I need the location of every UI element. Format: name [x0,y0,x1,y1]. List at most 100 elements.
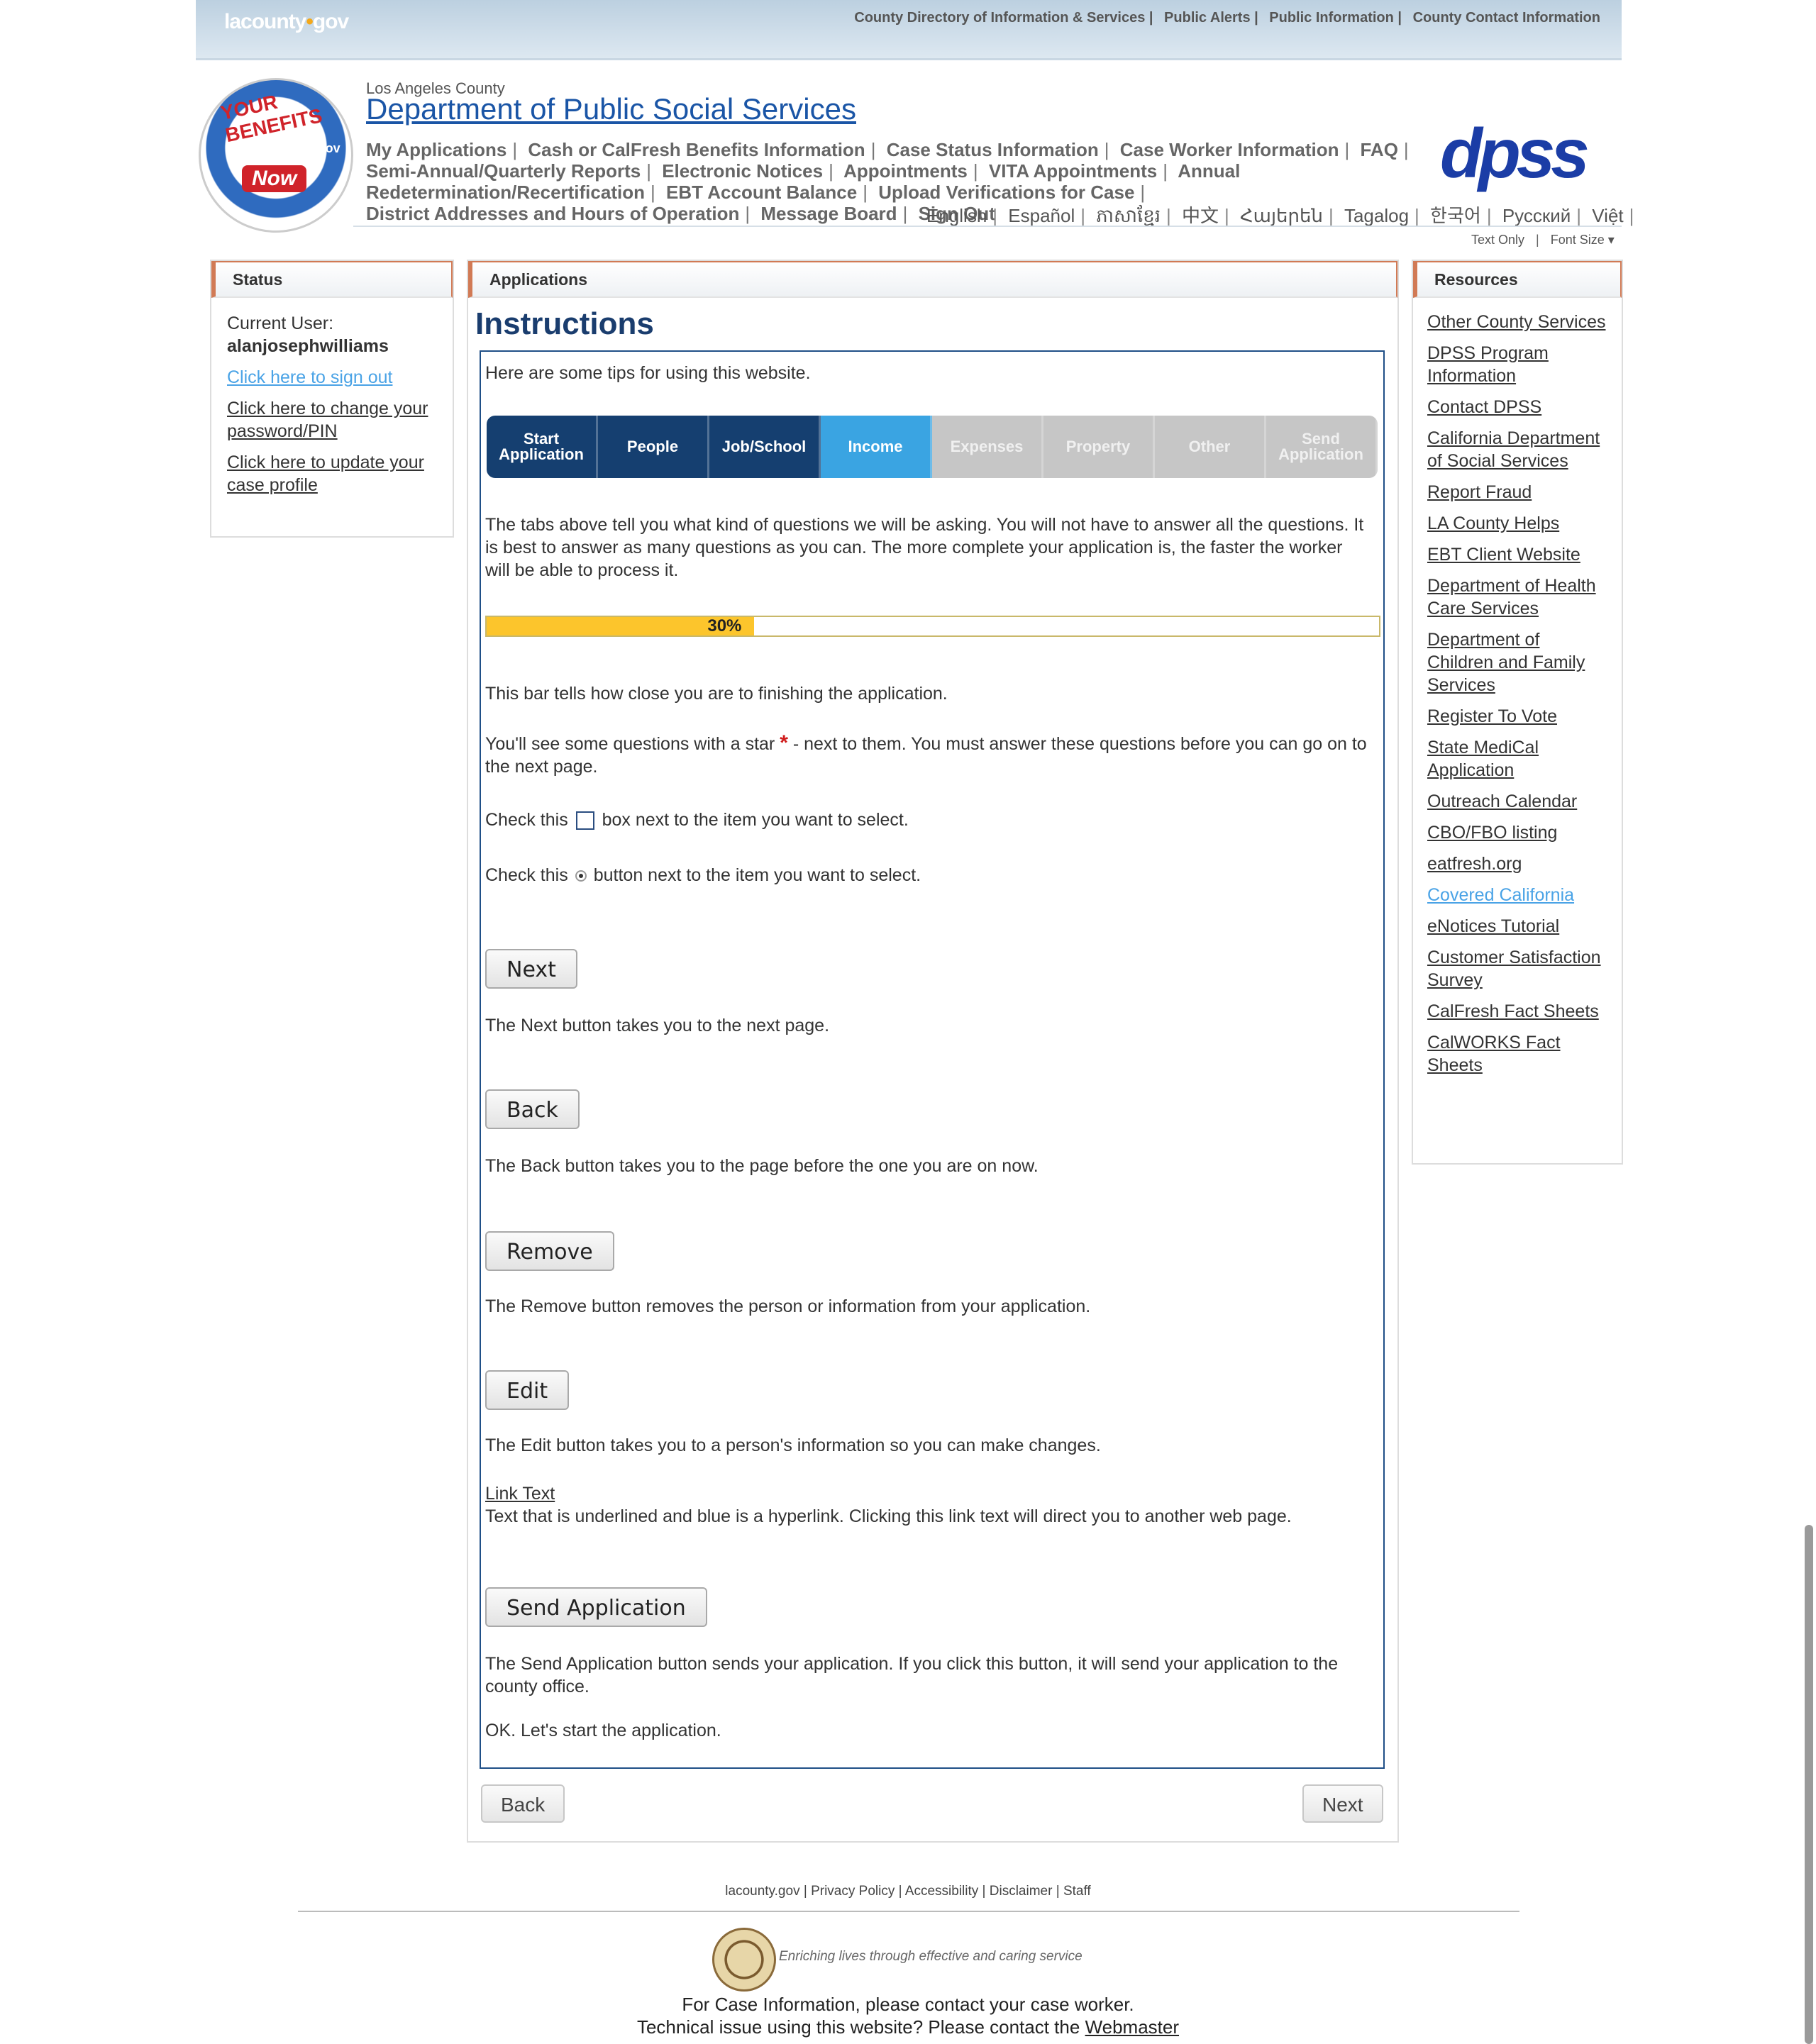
chevron-down-icon[interactable]: ▾ [1605,233,1615,247]
logo-text: lacounty [224,10,306,33]
top-link-contact[interactable]: County Contact Information [1413,10,1600,26]
lang-armenian[interactable]: Հայերեն [1240,205,1323,226]
nav-cash-calfresh[interactable]: Cash or CalFresh Benefits Information [528,139,865,160]
nav-case-worker[interactable]: Case Worker Information [1120,139,1339,160]
lang-vietnamese[interactable]: Việt [1592,205,1623,226]
resource-link[interactable]: Other County Services [1427,311,1607,333]
edit-explanation: The Edit button takes you to a person's … [485,1435,1101,1455]
link-explanation: Text that is underlined and blue is a hy… [485,1506,1292,1526]
example-radio[interactable] [575,870,587,882]
page-scrollbar[interactable] [1805,1525,1813,2044]
dpss-logo: dpss [1440,114,1590,192]
instructions-heading: Instructions [475,306,654,341]
nav-upload-verifications[interactable]: Upload Verifications for Case [878,182,1134,203]
nav-district-addresses[interactable]: District Addresses and Hours of Operatio… [366,203,739,224]
sign-out-link[interactable]: Click here to sign out [227,366,437,389]
footer-links: lacounty.gov | Privacy Policy | Accessib… [725,1884,1091,1899]
resource-link[interactable]: Customer Satisfaction Survey [1427,946,1607,992]
resource-link[interactable]: Department of Health Care Services [1427,574,1607,620]
lang-tagalog[interactable]: Tagalog [1344,205,1409,226]
nav-vita[interactable]: VITA Appointments [989,160,1157,182]
nav-semi-annual[interactable]: Semi-Annual/Quarterly Reports [366,160,641,182]
lang-spanish[interactable]: Español [1008,205,1075,226]
nav-separator: | [863,182,868,203]
resource-link[interactable]: Department of Children and Family Servic… [1427,628,1607,696]
tab-expenses: Expenses [932,416,1043,478]
lang-separator: | [1224,205,1229,226]
footer-link-lacounty[interactable]: lacounty.gov [725,1884,799,1899]
change-password-link[interactable]: Click here to change your password/PIN [227,397,437,443]
resource-link[interactable]: CalWORKS Fact Sheets [1427,1031,1607,1077]
tab-job-school[interactable]: Job/School [709,416,821,478]
back-button[interactable]: Back [481,1784,565,1823]
footer-link-accessibility[interactable]: Accessibility [905,1884,978,1899]
lang-korean[interactable]: 한국어 [1430,205,1481,226]
webmaster-link[interactable]: Webmaster [1085,2016,1179,2038]
send-explanation: The Send Application button sends your a… [485,1654,1339,1696]
example-link-text[interactable]: Link Text [485,1484,555,1504]
status-panel-header: Status [211,261,453,298]
resource-link[interactable]: CBO/FBO listing [1427,821,1607,844]
lang-separator: | [1328,205,1334,226]
footer-link-privacy[interactable]: Privacy Policy [811,1884,895,1899]
example-edit-button[interactable]: Edit [485,1370,570,1410]
nav-separator: | [512,139,518,160]
resource-link[interactable]: CalFresh Fact Sheets [1427,1000,1607,1023]
lang-russian[interactable]: Русский [1502,205,1571,226]
badge-url: dpss.lacounty.gov [229,141,340,155]
top-link-alerts[interactable]: Public Alerts | [1164,10,1258,26]
resource-link[interactable]: eNotices Tutorial [1427,915,1607,938]
example-checkbox[interactable] [575,811,594,831]
nav-electronic-notices[interactable]: Electronic Notices [662,160,823,182]
your-benefits-badge[interactable]: YOUR BENEFITS dpss.lacounty.gov Now [199,78,353,233]
tab-people[interactable]: People [598,416,709,478]
back-explanation: The Back button takes you to the page be… [485,1156,1039,1176]
font-size-dropdown[interactable]: Font Size [1551,233,1605,247]
lacounty-logo[interactable]: lacounty•gov [224,10,349,34]
badge-title: YOUR BENEFITS [218,90,324,147]
footer-divider [298,1911,1519,1912]
nav-separator: | [646,160,651,182]
tab-start-application[interactable]: Start Application [487,416,598,478]
tab-income[interactable]: Income [821,416,932,478]
resource-link[interactable]: Register To Vote [1427,705,1607,728]
nav-ebt-balance[interactable]: EBT Account Balance [666,182,857,203]
update-profile-link[interactable]: Click here to update your case profile [227,451,437,496]
lang-khmer[interactable]: ភាសាខ្មែរ [1096,205,1161,226]
lang-english[interactable]: English [926,205,987,226]
resource-link[interactable]: Contact DPSS [1427,396,1607,418]
lang-chinese[interactable]: 中文 [1182,205,1219,226]
resource-link[interactable]: DPSS Program Information [1427,342,1607,387]
example-remove-button[interactable]: Remove [485,1231,614,1271]
footer-link-disclaimer[interactable]: Disclaimer [990,1884,1053,1899]
resource-link[interactable]: State MediCal Application [1427,736,1607,782]
example-next-button[interactable]: Next [485,949,577,989]
nav-case-status[interactable]: Case Status Information [887,139,1099,160]
top-link-public-info[interactable]: Public Information | [1269,10,1402,26]
application-tabs: Start Application People Job/School Inco… [487,416,1378,478]
resource-link[interactable]: California Department of Social Services [1427,427,1607,472]
next-button[interactable]: Next [1302,1784,1383,1823]
resource-link[interactable]: Outreach Calendar [1427,790,1607,813]
resource-link[interactable]: Covered California [1427,884,1607,906]
nav-separator: | [745,203,751,224]
nav-appointments[interactable]: Appointments [843,160,968,182]
example-back-button[interactable]: Back [485,1089,580,1129]
top-link-directory[interactable]: County Directory of Information & Servic… [854,10,1153,26]
department-title-link[interactable]: Department of Public Social Services [366,92,856,126]
nav-my-applications[interactable]: My Applications [366,139,506,160]
footer-link-staff[interactable]: Staff [1063,1884,1091,1899]
nav-faq[interactable]: FAQ [1360,139,1397,160]
resource-link[interactable]: Report Fraud [1427,481,1607,504]
resource-link[interactable]: LA County Helps [1427,512,1607,535]
instructions-box: Here are some tips for using this websit… [480,350,1385,1769]
ok-start-text: OK. Let's start the application. [485,1721,721,1740]
tab-send-application: Send Application [1266,416,1378,478]
header-divider [353,226,1622,227]
nav-separator: | [973,160,978,182]
resource-link[interactable]: eatfresh.org [1427,852,1607,875]
text-only-link[interactable]: Text Only [1471,233,1524,247]
nav-message-board[interactable]: Message Board [760,203,897,224]
resource-link[interactable]: EBT Client Website [1427,543,1607,566]
example-send-application-button[interactable]: Send Application [485,1587,707,1627]
